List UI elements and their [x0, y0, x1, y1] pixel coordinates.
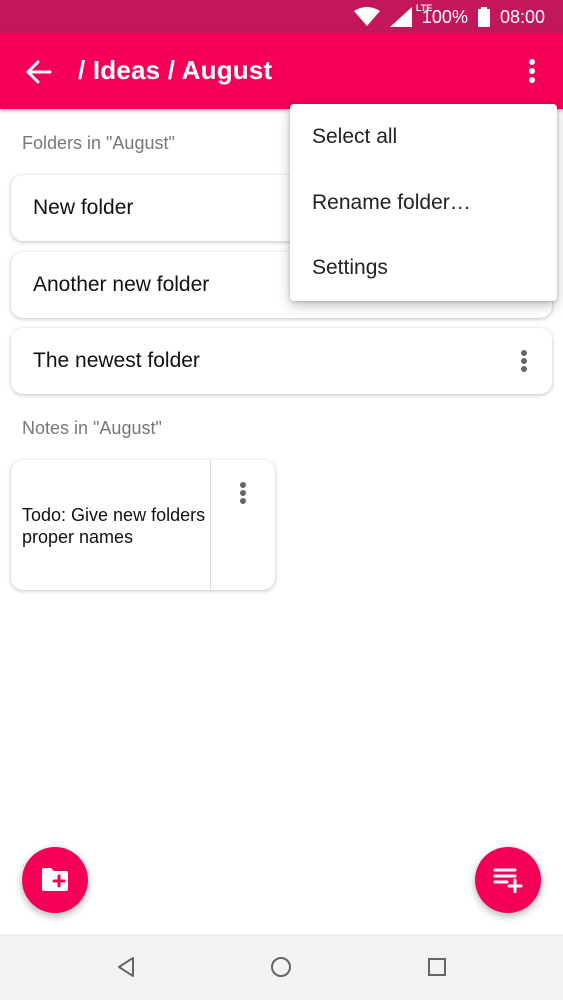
nav-back-icon: [118, 957, 134, 977]
menu-item-select-all[interactable]: Select all: [290, 104, 557, 170]
nav-recents-button[interactable]: [423, 953, 451, 981]
new-note-icon: [493, 868, 523, 893]
page-title: / Ideas / August: [78, 55, 273, 85]
nav-recents-icon: [428, 958, 446, 976]
note-menu-button[interactable]: [229, 476, 257, 510]
folder-menu-button[interactable]: [510, 344, 538, 378]
signal-icon: LTE: [389, 3, 432, 27]
folder-label: New folder: [33, 196, 134, 219]
clock: 08:00: [499, 6, 545, 27]
system-nav-bar: [0, 934, 563, 1000]
nav-home-button[interactable]: [267, 953, 295, 981]
back-arrow-icon: [26, 60, 52, 84]
nav-back-button[interactable]: [112, 953, 140, 981]
note-text: Todo: Give new folders proper names: [22, 505, 206, 547]
network-label: LTE: [415, 3, 433, 13]
back-button[interactable]: [22, 55, 56, 89]
notes-heading: Notes in "August": [22, 418, 162, 438]
status-icons: LTE 100% 08:00: [353, 3, 545, 28]
folder-label: The newest folder: [33, 349, 200, 372]
note-divider: [210, 460, 211, 590]
overflow-menu-button[interactable]: [515, 53, 549, 89]
app-bar: / Ideas / August: [0, 33, 563, 109]
more-vert-icon: [240, 482, 246, 504]
folders-heading: Folders in "August": [22, 133, 175, 153]
battery-icon: [477, 7, 490, 27]
new-folder-icon: [42, 868, 68, 891]
status-bar: LTE 100% 08:00: [0, 0, 563, 33]
more-vert-icon: [529, 59, 535, 83]
menu-item-settings[interactable]: Settings: [290, 235, 557, 301]
nav-home-icon: [271, 957, 291, 977]
menu-item-rename-folder[interactable]: Rename folder…: [290, 170, 557, 236]
new-note-button[interactable]: [475, 847, 541, 913]
folder-label: Another new folder: [33, 273, 210, 296]
wifi-icon: [353, 7, 380, 27]
folder-card[interactable]: The newest folder: [11, 328, 552, 394]
more-vert-icon: [521, 350, 527, 372]
new-folder-button[interactable]: [22, 847, 88, 913]
overflow-menu: Select all Rename folder… Settings: [290, 104, 557, 301]
note-card[interactable]: Todo: Give new folders proper names: [11, 460, 275, 590]
